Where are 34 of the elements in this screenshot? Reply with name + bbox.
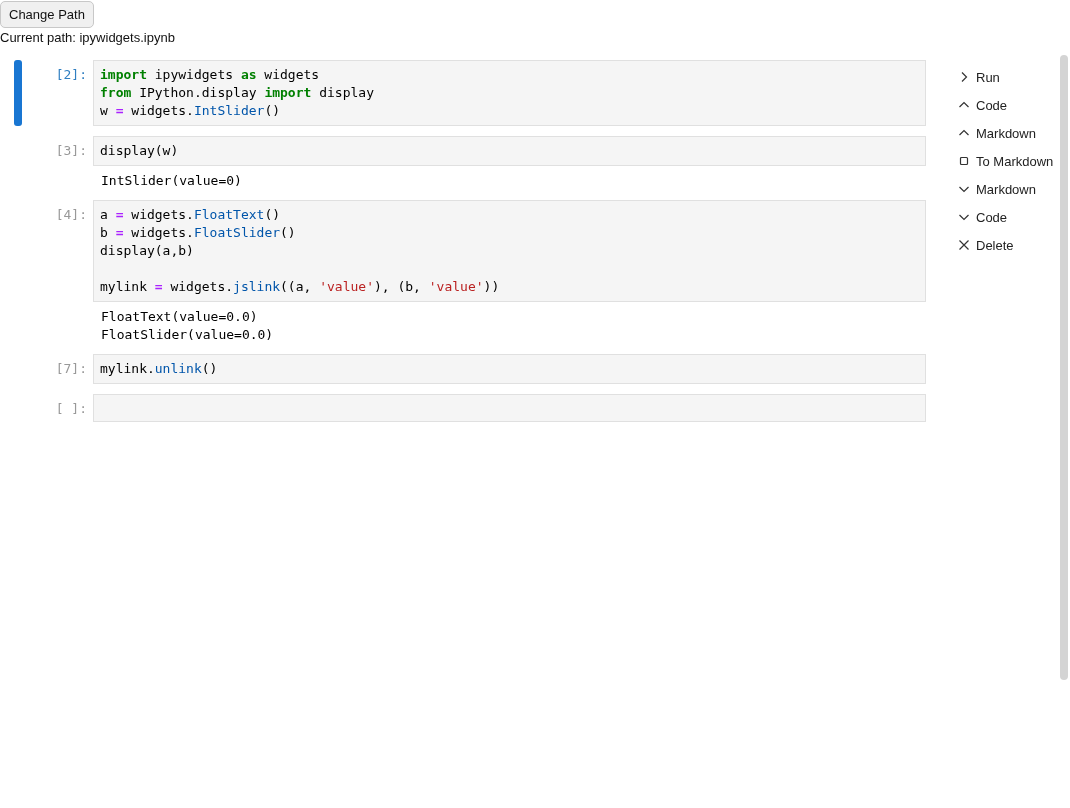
- code-editor[interactable]: mylink.unlink(): [93, 354, 926, 384]
- output-line: FloatText(value=0.0): [101, 309, 258, 324]
- code-editor[interactable]: display(w): [93, 136, 926, 166]
- action-label[interactable]: Run: [976, 69, 1000, 85]
- code-line: w = widgets.IntSlider(): [100, 103, 281, 118]
- action-label[interactable]: To Markdown: [976, 153, 1054, 169]
- action-label[interactable]: Markdown: [976, 181, 1036, 197]
- code-line: a = widgets.FloatText(): [100, 207, 281, 222]
- code-line: display(w): [100, 143, 179, 158]
- square-icon: [958, 155, 970, 167]
- output-line: FloatSlider(value=0.0): [101, 327, 274, 342]
- action-label[interactable]: Markdown: [976, 125, 1036, 141]
- execution-count: [3]:: [54, 142, 88, 160]
- execution-count: [ ]:: [54, 400, 88, 418]
- code-editor[interactable]: import ipywidgets as widgets from IPython.display import display w = widgets.IntSlider(): [93, 60, 926, 126]
- output-line: IntSlider(value=0): [101, 173, 242, 188]
- current-path-text: Current path: ipywidgets.ipynb: [0, 30, 176, 46]
- action-label[interactable]: Delete: [976, 237, 1014, 253]
- action-label[interactable]: Code: [976, 209, 1008, 225]
- code-line: from IPython.display import display: [100, 85, 374, 100]
- change-path-button[interactable]: Change Path: [0, 1, 94, 28]
- code-editor[interactable]: [93, 394, 926, 422]
- code-line: b = widgets.FloatSlider(): [100, 225, 296, 240]
- code-line: mylink.unlink(): [100, 361, 218, 376]
- code-editor[interactable]: a = widgets.FloatText() b = widgets.FloatSlider() display(a,b) mylink = widgets.jslink((a, 'value'), (b, 'value')): [93, 200, 926, 302]
- close-icon: [958, 239, 970, 251]
- execution-count: [2]:: [54, 66, 88, 84]
- execution-count: [4]:: [54, 206, 88, 224]
- code-line: import ipywidgets as widgets: [100, 67, 320, 82]
- action-label[interactable]: Code: [976, 97, 1008, 113]
- execution-count: [7]:: [54, 360, 88, 378]
- scrollbar[interactable]: [1060, 55, 1068, 680]
- code-line: display(a,b): [100, 243, 194, 258]
- code-line: mylink = widgets.jslink((a, 'value'), (b, 'value')): [100, 279, 500, 294]
